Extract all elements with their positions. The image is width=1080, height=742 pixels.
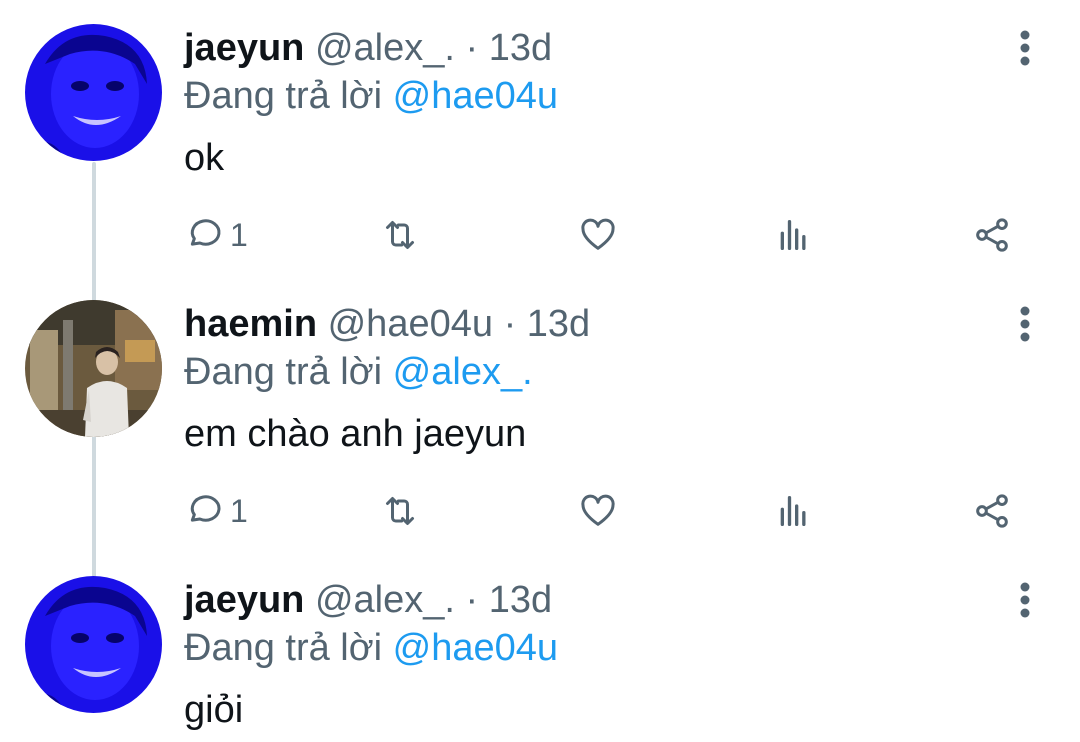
separator-dot: · bbox=[465, 27, 479, 69]
avatar[interactable] bbox=[25, 24, 162, 161]
more-button[interactable] bbox=[1008, 578, 1042, 622]
separator-dot: · bbox=[503, 303, 517, 345]
retweet-button[interactable] bbox=[380, 213, 420, 257]
avatar[interactable] bbox=[25, 300, 162, 437]
retweet-icon bbox=[386, 497, 414, 525]
views-button[interactable] bbox=[774, 213, 814, 257]
like-button[interactable] bbox=[578, 489, 618, 533]
tweet-header: jaeyun @alex_. · 13d bbox=[184, 578, 552, 622]
replying-to-label: Đang trả lời bbox=[184, 75, 383, 117]
more-icon bbox=[1020, 582, 1030, 618]
retweet-button[interactable] bbox=[380, 489, 420, 533]
reply-count: 1 bbox=[230, 492, 248, 529]
tweet-text: ok bbox=[184, 137, 225, 179]
separator-dot: · bbox=[465, 579, 479, 621]
display-name[interactable]: jaeyun bbox=[184, 27, 304, 69]
user-handle[interactable]: @hae04u bbox=[328, 303, 493, 345]
tweet[interactable]: jaeyun @alex_. · 13d Đang trả lời @hae04… bbox=[0, 556, 1080, 742]
timestamp[interactable]: 13d bbox=[489, 27, 552, 69]
replying-to: Đang trả lời @hae04u bbox=[184, 626, 558, 670]
share-icon bbox=[976, 218, 1008, 252]
user-handle[interactable]: @alex_. bbox=[315, 579, 455, 621]
timestamp[interactable]: 13d bbox=[527, 303, 590, 345]
share-icon bbox=[976, 494, 1008, 528]
like-icon bbox=[581, 494, 615, 526]
action-bar: 1 bbox=[184, 213, 1044, 257]
reply-count: 1 bbox=[230, 216, 248, 253]
more-icon bbox=[1020, 30, 1030, 66]
tweet-header: jaeyun @alex_. · 13d bbox=[184, 26, 552, 70]
reply-button[interactable]: 1 bbox=[184, 213, 248, 257]
display-name[interactable]: jaeyun bbox=[184, 579, 304, 621]
more-button[interactable] bbox=[1008, 302, 1042, 346]
share-button[interactable] bbox=[972, 213, 1012, 257]
reply-icon bbox=[190, 219, 221, 246]
avatar-image bbox=[25, 300, 162, 437]
display-name[interactable]: haemin bbox=[184, 303, 317, 345]
like-button[interactable] bbox=[578, 213, 618, 257]
avatar[interactable] bbox=[25, 576, 162, 713]
views-icon bbox=[780, 220, 806, 250]
avatar-image bbox=[25, 576, 162, 713]
timestamp[interactable]: 13d bbox=[489, 579, 552, 621]
share-button[interactable] bbox=[972, 489, 1012, 533]
tweet-text: giỏi bbox=[184, 689, 244, 731]
like-icon bbox=[581, 218, 615, 250]
mention-link[interactable]: @alex_. bbox=[393, 351, 533, 393]
replying-to-label: Đang trả lời bbox=[184, 351, 383, 393]
views-icon bbox=[780, 496, 806, 526]
mention-link[interactable]: @hae04u bbox=[393, 627, 558, 669]
tweet-text: em chào anh jaeyun bbox=[184, 413, 527, 455]
views-button[interactable] bbox=[774, 489, 814, 533]
avatar-image bbox=[25, 24, 162, 161]
reply-button[interactable]: 1 bbox=[184, 489, 248, 533]
replying-to: Đang trả lời @alex_. bbox=[184, 350, 533, 394]
mention-link[interactable]: @hae04u bbox=[393, 75, 558, 117]
tweet[interactable]: jaeyun @alex_. · 13d Đang trả lời @hae04… bbox=[0, 0, 1080, 280]
tweet[interactable]: haemin @hae04u · 13d Đang trả lời @alex_… bbox=[0, 280, 1080, 556]
more-button[interactable] bbox=[1008, 26, 1042, 70]
replying-to-label: Đang trả lời bbox=[184, 627, 383, 669]
action-bar: 1 bbox=[184, 489, 1044, 533]
more-icon bbox=[1020, 306, 1030, 342]
user-handle[interactable]: @alex_. bbox=[315, 27, 455, 69]
retweet-icon bbox=[386, 221, 414, 249]
reply-icon bbox=[190, 495, 221, 522]
tweet-header: haemin @hae04u · 13d bbox=[184, 302, 590, 346]
replying-to: Đang trả lời @hae04u bbox=[184, 74, 558, 118]
